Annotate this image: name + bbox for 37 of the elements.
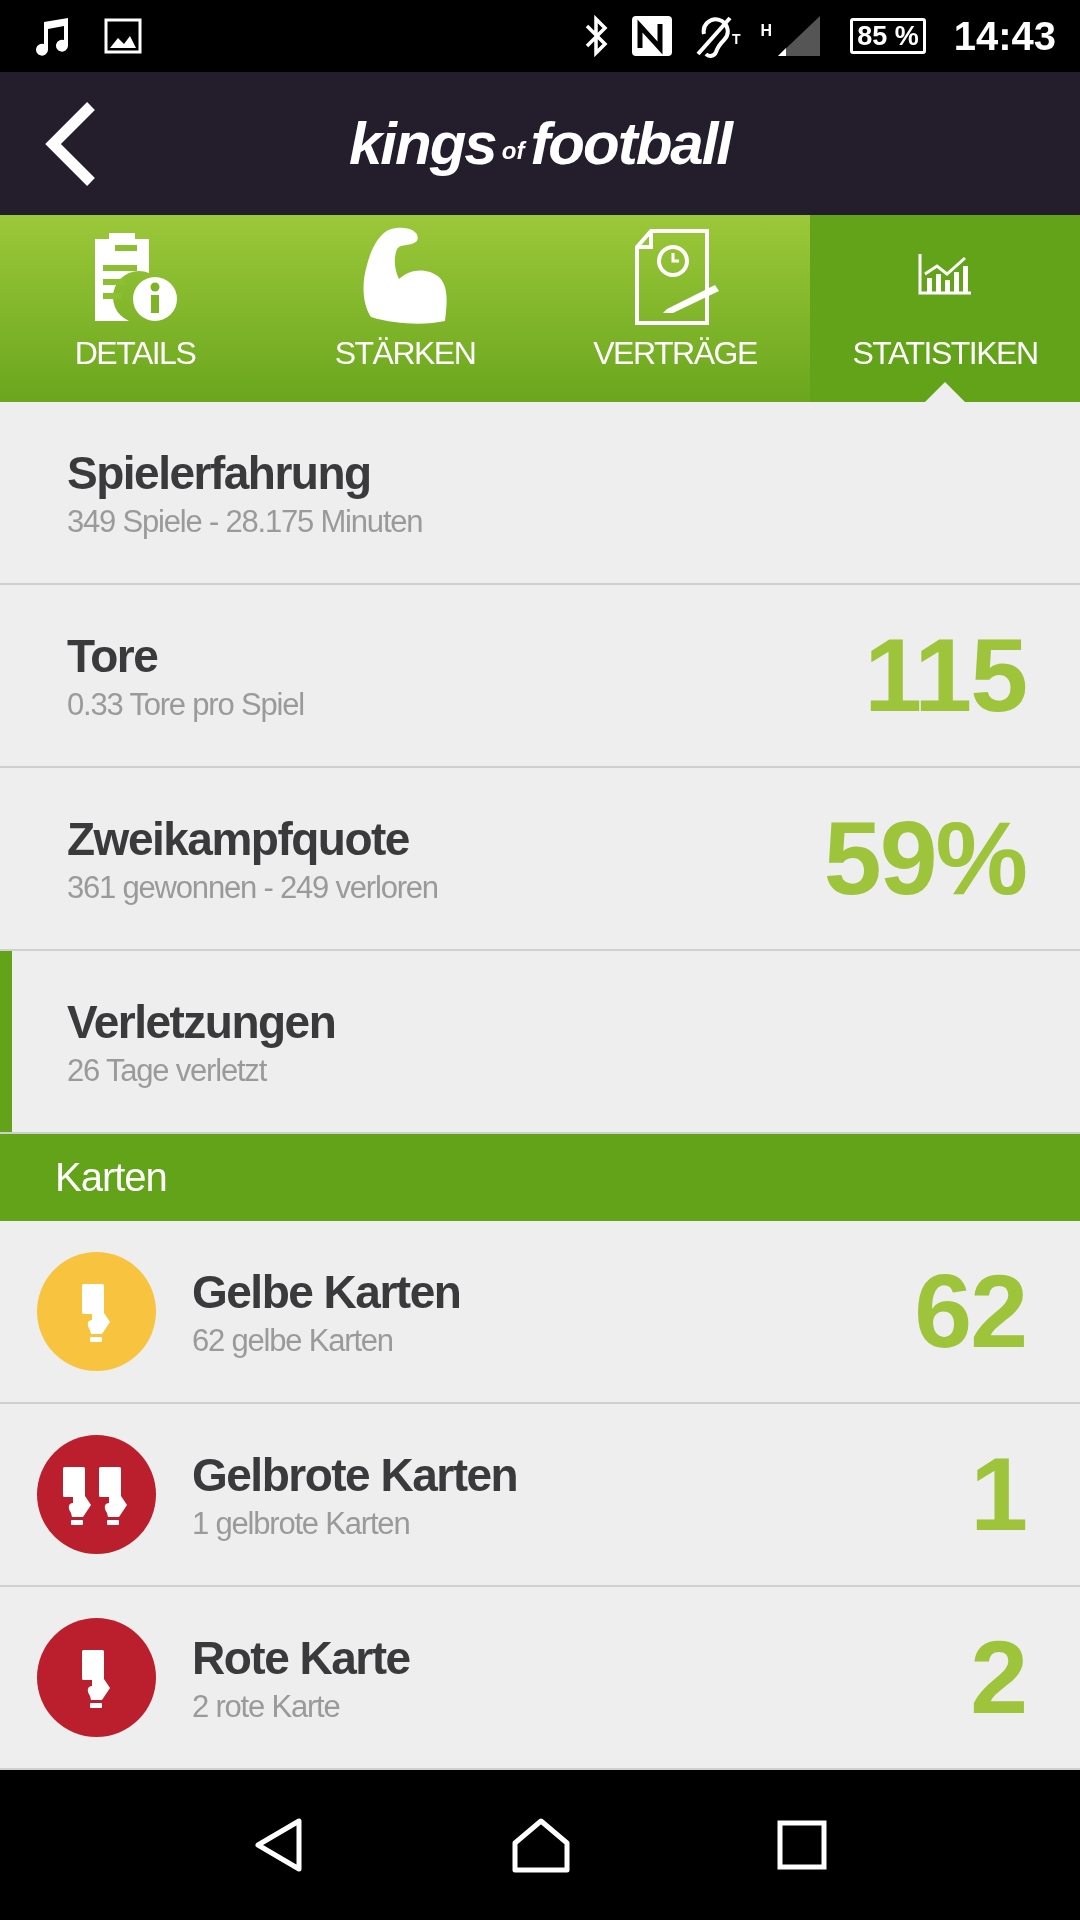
bar-chart-icon [917,252,973,296]
stat-title: Rote Karte [192,1630,411,1685]
bluetooth-icon [584,15,610,57]
network-type-label: H [760,21,773,40]
stat-value: 1 [970,1435,1026,1554]
back-triangle-icon [253,1817,305,1873]
stat-row[interactable]: Verletzungen 26 Tage verletzt [0,951,1080,1134]
image-icon [104,18,142,54]
stat-title: Gelbrote Karten [192,1447,519,1502]
stat-subtitle: 26 Tage verletzt [67,1052,268,1089]
clock: 14:43 [953,13,1056,59]
section-title: Karten [55,1155,167,1200]
stat-title: Zweikampfquote [67,811,410,866]
stat-subtitle: 1 gelbrote Karten [192,1505,411,1542]
nfc-icon [630,14,674,58]
stat-title: Spielerfahrung [67,445,372,500]
battery-indicator: 85 % [850,18,926,54]
stat-title: Gelbe Karten [192,1264,462,1319]
signal-icon [776,14,823,58]
stat-value: 62 [914,1252,1026,1371]
home-icon [511,1817,571,1873]
hearing-mode-label: T [732,30,741,47]
square-icon [777,1820,827,1870]
hearing-aid-icon [694,14,734,58]
stat-subtitle: 0.33 Tore pro Spiel [67,686,305,723]
stat-title: Tore [67,628,159,683]
stat-value: 115 [864,616,1026,735]
stat-subtitle: 2 rote Karte [192,1688,341,1725]
stat-subtitle: 349 Spiele - 28.175 Minuten [67,503,424,540]
stat-title: Verletzungen [67,994,337,1049]
stat-subtitle: 361 gewonnen - 249 verloren [67,869,439,906]
logo-text: football [530,109,731,178]
stat-value: 59% [823,799,1026,918]
stat-subtitle: 62 gelbe Karten [192,1322,394,1359]
logo-text: of [501,136,525,165]
logo-text: kings [349,109,496,178]
stat-value: 2 [970,1618,1026,1737]
